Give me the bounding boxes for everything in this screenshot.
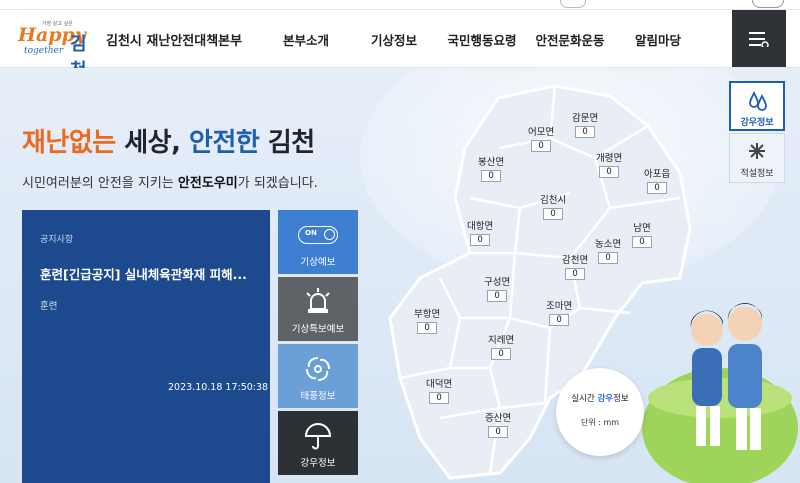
quick-label: 강우정보 [300,458,336,469]
site-logo[interactable]: 가장 살고 싶은 Happy together 김천 [18,21,102,81]
notice-title[interactable]: 훈련[긴급공지] 실내체육관화재 피해... [40,264,262,283]
nav-item-action-guide[interactable]: 국민행동요령 [438,30,526,49]
quick-weather-forecast-button[interactable]: ON 기상예보 [278,210,358,274]
hero-subline: 시민여러분의 안전을 지키는 안전도우미가 되겠습니다. [22,176,318,191]
hero-headline: 재난없는 세상, 안전한 김천 [22,122,315,159]
quick-rainfall-button[interactable]: 강우정보 [278,411,358,475]
notice-tag: 훈련 [40,301,58,312]
quick-label: 기상특보예보 [291,324,345,335]
umbrella-icon [278,419,358,453]
map-mode-tabs: 강우정보 적설정보 [729,81,785,185]
notice-category: 공지사항 [40,235,74,245]
region-gaeryeong[interactable]: 개령면 0 [596,150,622,178]
region-guseong[interactable]: 구성면 0 [484,274,510,302]
region-nongso[interactable]: 농소면 0 [595,236,621,264]
region-bongsan[interactable]: 봉산면 0 [478,154,504,182]
typhoon-icon [278,352,358,386]
headline-no-disaster: 재난없는 [22,128,116,158]
headline-gimcheon: 김천 [259,128,315,158]
region-jeungsan[interactable]: 증산면 0 [485,410,511,438]
nav-item-notice-board[interactable]: 알림마당 [614,30,702,49]
all-menu-button[interactable] [732,10,786,67]
unit-label: 단위 : mm [580,418,620,427]
quick-weather-warning-button[interactable]: 기상특보예보 [278,277,358,341]
top-utility-strip [0,0,800,10]
nav-item-safety-culture[interactable]: 안전문화운동 [526,30,614,49]
weather-cloud-icon [560,0,586,8]
realtime-rainfall-badge: 실시간 강우정보 단위 : mm [556,368,644,456]
on-toggle-icon: ON [278,218,358,252]
notice-card[interactable]: 공지사항 훈련[긴급공지] 실내체육관화재 피해... 훈련 2023.10.1… [22,210,270,483]
raindrops-icon [749,90,767,111]
snowflake-icon [749,143,765,159]
quick-label: 태풍정보 [300,391,336,402]
quick-menu: ON 기상예보 기상특보예보 태풍정보 강우정보 [278,210,358,478]
region-buhang[interactable]: 부항면 0 [414,306,440,334]
headline-safe: 안전한 [180,128,260,158]
region-apo[interactable]: 아포읍 0 [644,166,670,194]
region-daedeok[interactable]: 대덕면 0 [426,376,452,404]
children-illustration [642,303,798,483]
region-gimcheon-si[interactable]: 김천시 0 [540,192,566,220]
menu-icon [749,31,769,47]
utility-toggle-button[interactable] [752,0,784,8]
region-gamcheon[interactable]: 감천면 0 [562,252,588,280]
region-nam[interactable]: 남면 0 [632,220,652,248]
site-header: 가장 살고 싶은 Happy together 김천 김천시 재난안전대책본부 … [0,10,800,81]
region-eomo[interactable]: 어모면 0 [528,124,554,152]
region-jirye[interactable]: 지례면 0 [488,332,514,360]
region-daehang[interactable]: 대항면 0 [467,218,493,246]
hero-section: 재난없는 세상, 안전한 김천 시민여러분의 안전을 지키는 안전도우미가 되겠… [0,68,800,483]
region-joma[interactable]: 조마면 0 [546,298,572,326]
siren-icon [278,285,358,319]
quick-label: 기상예보 [300,257,336,268]
site-title[interactable]: 김천시 재난안전대책본부 [106,30,242,49]
logo-together-text: together [24,46,64,56]
tab-rainfall[interactable]: 강우정보 [729,81,785,131]
tab-snowfall[interactable]: 적설정보 [729,133,785,183]
main-navigation: 본부소개 기상정보 국민행동요령 안전문화운동 알림마당 [262,30,702,49]
nav-item-about[interactable]: 본부소개 [262,30,350,49]
region-gammun[interactable]: 감문면 0 [572,110,598,138]
headline-world: 세상, [115,128,181,158]
quick-typhoon-button[interactable]: 태풍정보 [278,344,358,408]
nav-item-weather[interactable]: 기상정보 [350,30,438,49]
notice-date: 2023.10.18 17:50:38 [168,382,269,393]
